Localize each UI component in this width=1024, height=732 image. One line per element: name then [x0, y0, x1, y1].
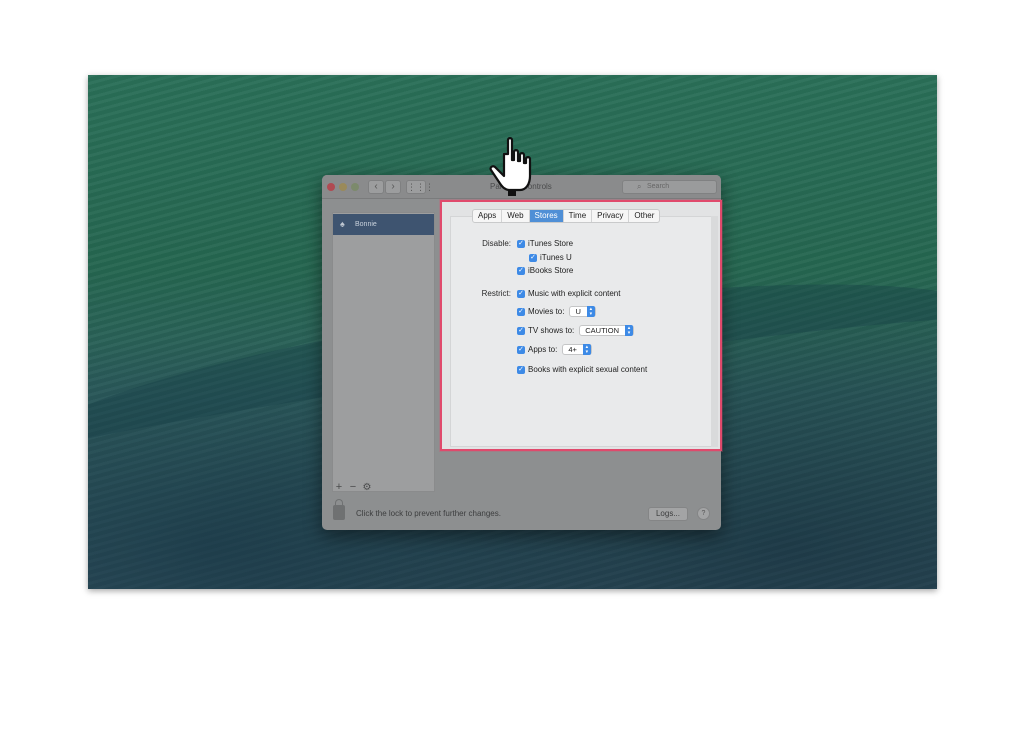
books-explicit-label: Books with explicit sexual content	[528, 365, 648, 374]
chevron-up-down-icon: ▴ ▾	[586, 306, 595, 317]
itunes-u-row: ✓ iTunes U	[529, 253, 572, 262]
tab-apps[interactable]: Apps	[473, 210, 503, 222]
books-explicit-checkbox[interactable]: ✓	[517, 365, 525, 374]
apps-label: Apps to:	[528, 345, 558, 354]
lock-icon[interactable]	[333, 499, 345, 520]
itunes-store-row: ✓ iTunes Store	[517, 239, 573, 248]
chevron-up-down-icon: ▴ ▾	[582, 344, 591, 355]
zoom-button[interactable]	[351, 183, 359, 191]
apps-row: ✓ Apps to: 4+ ▴ ▾	[517, 344, 592, 355]
scrollbar[interactable]	[711, 216, 718, 447]
user-name: Bonnie	[355, 221, 377, 228]
music-explicit-checkbox[interactable]: ✓	[517, 289, 525, 298]
tv-rating-value: CAUTION	[585, 326, 619, 335]
itunes-store-label: iTunes Store	[528, 239, 574, 248]
sidebar-toolbar: + − ⚙	[332, 480, 435, 494]
close-button[interactable]	[327, 183, 335, 191]
tv-rating-select[interactable]: CAUTION ▴ ▾	[579, 325, 634, 336]
movies-rating-select[interactable]: U ▴ ▾	[569, 306, 596, 317]
sidebar-item-user[interactable]: ♠ Bonnie	[333, 214, 434, 235]
tv-row: ✓ TV shows to: CAUTION ▴ ▾	[517, 325, 634, 336]
movies-rating-value: U	[575, 307, 581, 316]
movies-row: ✓ Movies to: U ▴ ▾	[517, 306, 596, 317]
remove-user-button[interactable]: −	[346, 480, 360, 494]
tab-time[interactable]: Time	[564, 210, 593, 222]
apps-checkbox[interactable]: ✓	[517, 345, 525, 354]
itunes-u-label: iTunes U	[540, 253, 572, 262]
disable-label: Disable:	[482, 239, 511, 248]
search-placeholder: Search	[647, 183, 670, 190]
tv-checkbox[interactable]: ✓	[517, 326, 525, 335]
ibooks-store-row: ✓ iBooks Store	[517, 266, 573, 275]
tv-label: TV shows to:	[528, 326, 575, 335]
itunes-store-checkbox[interactable]: ✓	[517, 239, 525, 248]
minimize-button[interactable]	[339, 183, 347, 191]
help-button[interactable]: ?	[697, 507, 710, 520]
tab-other[interactable]: Other	[629, 210, 659, 222]
tab-stores[interactable]: Stores	[529, 210, 564, 222]
apps-rating-value: 4+	[568, 345, 577, 354]
back-button[interactable]: ‹	[368, 180, 384, 194]
itunes-u-checkbox[interactable]: ✓	[529, 253, 537, 262]
search-icon: ⌕	[637, 182, 642, 191]
hand-pointer-icon	[489, 137, 532, 196]
user-sidebar: ♠ Bonnie	[332, 212, 435, 492]
movies-checkbox[interactable]: ✓	[517, 307, 525, 316]
music-explicit-row: ✓ Music with explicit content	[517, 289, 620, 298]
music-explicit-label: Music with explicit content	[528, 289, 621, 298]
books-explicit-row: ✓ Books with explicit sexual content	[517, 365, 647, 374]
chevron-up-down-icon: ▴ ▾	[625, 325, 633, 336]
logs-button[interactable]: Logs...	[648, 507, 688, 521]
tab-bar: Apps Web Stores Time Privacy Other	[472, 209, 661, 223]
forward-button[interactable]: ›	[385, 180, 401, 194]
lock-message: Click the lock to prevent further change…	[356, 509, 501, 518]
restrict-label: Restrict:	[481, 289, 511, 298]
stores-settings-panel: Apps Web Stores Time Privacy Other Disab…	[440, 200, 722, 451]
tab-privacy[interactable]: Privacy	[592, 210, 630, 222]
apps-rating-select[interactable]: 4+ ▴ ▾	[562, 344, 592, 355]
search-field[interactable]: ⌕ Search	[622, 180, 717, 194]
show-all-grid-button[interactable]: ⋮⋮⋮	[406, 180, 434, 194]
user-icon: ♠	[340, 219, 345, 229]
movies-label: Movies to:	[528, 307, 565, 316]
gear-icon[interactable]: ⚙	[360, 481, 374, 495]
ibooks-store-label: iBooks Store	[528, 266, 574, 275]
add-user-button[interactable]: +	[332, 480, 346, 494]
ibooks-store-checkbox[interactable]: ✓	[517, 266, 525, 275]
tab-web[interactable]: Web	[502, 210, 530, 222]
